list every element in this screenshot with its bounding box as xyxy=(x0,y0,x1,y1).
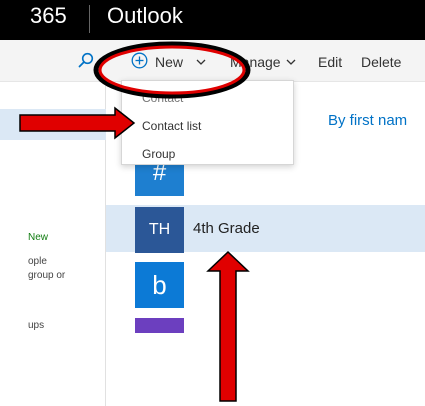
sidebar-new-link[interactable]: New xyxy=(28,232,48,244)
contact-tile-th: TH xyxy=(135,207,184,253)
annotation-arrow-up xyxy=(206,250,250,402)
topbar-divider xyxy=(89,5,90,33)
menu-item-contact[interactable]: Contact xyxy=(142,91,183,105)
delete-button[interactable]: Delete xyxy=(361,54,401,70)
sort-by-first-name[interactable]: By first nam xyxy=(328,112,407,129)
contact-tile-b[interactable]: b xyxy=(135,262,184,308)
edit-button[interactable]: Edit xyxy=(318,54,342,70)
menu-item-group[interactable]: Group xyxy=(142,147,175,161)
sidebar-text-groups: ups xyxy=(28,320,45,331)
sidebar-text-people: ople xyxy=(28,256,47,267)
menu-item-contact-list[interactable]: Contact list xyxy=(142,119,201,133)
chevron-down-icon xyxy=(286,59,296,65)
app-title[interactable]: Outlook xyxy=(107,3,183,29)
plus-circle-icon xyxy=(131,52,148,69)
top-app-bar: 365 Outlook xyxy=(0,0,425,40)
new-dropdown-menu: Contact Contact list Group xyxy=(121,80,294,165)
manage-button-label: Manage xyxy=(230,54,281,70)
search-icon[interactable] xyxy=(78,52,94,68)
product-name: 365 xyxy=(30,3,67,28)
new-button-label: New xyxy=(155,54,184,70)
contact-row-name[interactable]: 4th Grade xyxy=(193,220,260,237)
contact-tile-purple[interactable] xyxy=(135,318,184,333)
sidebar-selected-item[interactable] xyxy=(0,109,106,140)
chevron-down-icon xyxy=(196,59,206,65)
sidebar-text-group: group or xyxy=(28,270,66,281)
left-navigation: New ople group or ups xyxy=(0,82,106,406)
